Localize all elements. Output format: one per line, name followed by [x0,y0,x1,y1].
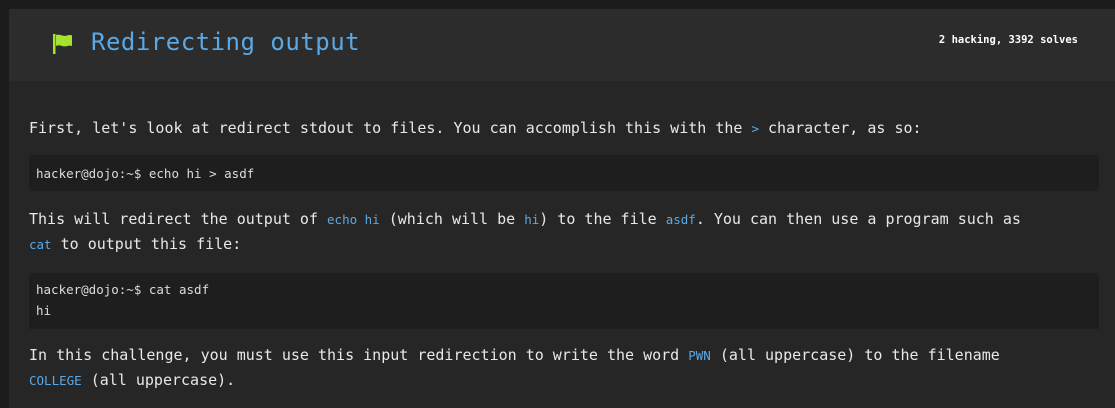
paragraph-3-line-2: COLLEGE (all uppercase). [29,367,1095,394]
inline-code: > [751,121,759,136]
paragraph-3-line-1: In this challenge, you must use this inp… [29,342,1095,369]
paragraph-1: First, let's look at redirect stdout to … [29,115,1095,142]
inline-code: hi [524,212,540,227]
inline-code: cat [29,237,52,252]
code-line: hi [36,303,52,318]
code-block-1: hacker@dojo:~$ echo hi > asdf [29,155,1099,191]
text: (which will be [379,210,525,228]
text: (all uppercase). [81,371,236,389]
text: In this challenge, you must use this inp… [29,346,689,364]
inline-code: PWN [688,348,711,363]
text: . You can then use a program such as [695,210,1021,228]
text: (all uppercase) to the filename [710,346,1000,364]
challenge-description: First, let's look at redirect stdout to … [9,81,1115,408]
text: ) to the file [539,210,666,228]
code-line: hacker@dojo:~$ echo hi > asdf [36,166,255,181]
inline-code: COLLEGE [29,373,82,388]
paragraph-2-line-2: cat to output this file: [29,231,1095,258]
text: character, as so: [759,119,922,137]
challenge-title: Redirecting output [91,28,361,56]
code-line: hacker@dojo:~$ cat asdf [36,282,210,297]
code-block-2: hacker@dojo:~$ cat asdf hi [29,273,1099,329]
paragraph-2-line-1: This will redirect the output of echo hi… [29,206,1095,233]
solve-stats: 2 hacking, 3392 solves [938,34,1078,46]
flag-icon [53,34,72,54]
challenge-panel: Redirecting output 2 hacking, 3392 solve… [0,0,1115,408]
challenge-header[interactable]: Redirecting output 2 hacking, 3392 solve… [9,9,1115,81]
text: to output this file: [51,235,242,253]
text: First, let's look at redirect stdout to … [29,119,752,137]
inline-code: echo hi [327,212,380,227]
text: This will redirect the output of [29,210,328,228]
inline-code: asdf [665,212,696,227]
